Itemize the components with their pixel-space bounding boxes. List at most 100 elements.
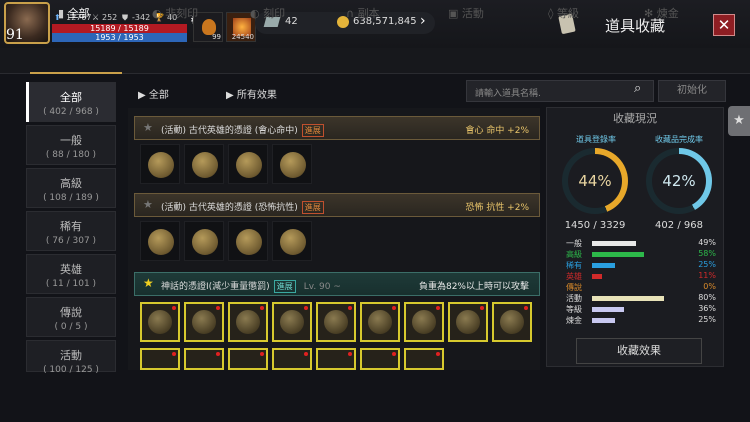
tab-icon: ◐ bbox=[250, 7, 264, 20]
collection-item[interactable] bbox=[228, 302, 268, 342]
collection-item[interactable] bbox=[140, 221, 180, 261]
tab-engraved[interactable]: ◐ 刻印 bbox=[250, 5, 285, 21]
new-dot bbox=[304, 306, 308, 310]
grade-row: 傳說 0% bbox=[566, 282, 716, 293]
tab-label: 煉金 bbox=[656, 7, 679, 20]
sidebar-item-label: 活動 bbox=[60, 349, 82, 362]
grade-row: 活動 80% bbox=[566, 293, 716, 304]
sidebar-item-label: 一般 bbox=[60, 134, 82, 147]
collection-item[interactable] bbox=[272, 302, 312, 342]
grade-row: 稀有 25% bbox=[566, 260, 716, 271]
collection-item[interactable] bbox=[272, 221, 312, 261]
set-status-badge: 進展 bbox=[301, 124, 324, 137]
tab-event[interactable]: ▣ 活動 bbox=[448, 5, 484, 21]
sidebar-item-all[interactable]: 全部 ( 402 / 968 ) bbox=[26, 82, 116, 122]
completion-count: 402 / 968 bbox=[655, 220, 703, 231]
grade-percent: 25% bbox=[698, 315, 716, 324]
collection-item[interactable] bbox=[140, 144, 180, 184]
new-dot bbox=[524, 306, 528, 310]
collection-item[interactable] bbox=[316, 348, 356, 370]
search-input[interactable]: 請輸入道具名稱. bbox=[466, 80, 654, 102]
registration-rate-label: 道具登錄率 bbox=[576, 135, 616, 144]
grade-percent: 36% bbox=[698, 304, 716, 313]
registration-rate-value: 44% bbox=[568, 154, 622, 208]
new-dot bbox=[392, 306, 396, 310]
tab-all[interactable]: ▮ 全部 bbox=[58, 5, 90, 21]
effect-dropdown[interactable]: ▶ 所有效果 bbox=[226, 86, 277, 101]
collection-item[interactable] bbox=[404, 348, 444, 370]
grade-name: 稀有 bbox=[566, 261, 582, 270]
gem-count: 42 bbox=[285, 16, 298, 27]
set-name: 神話的憑證I(減少重量懲罰) bbox=[161, 282, 270, 292]
new-dot bbox=[260, 352, 264, 356]
grade-name: 等級 bbox=[566, 305, 582, 314]
collection-item[interactable] bbox=[184, 348, 224, 370]
sidebar-selection-marker bbox=[26, 82, 29, 122]
collection-item[interactable] bbox=[228, 348, 268, 370]
sidebar-item-legend[interactable]: 傳說 ( 0 / 5 ) bbox=[26, 297, 116, 337]
collection-item[interactable] bbox=[140, 348, 180, 370]
collection-item[interactable] bbox=[272, 348, 312, 370]
grade-name: 一般 bbox=[566, 239, 582, 248]
sidebar-item-advanced[interactable]: 高級 ( 108 / 189 ) bbox=[26, 168, 116, 208]
collection-effect-button[interactable]: 收藏效果 bbox=[576, 338, 702, 364]
tab-dungeon[interactable]: ∩ 副本 bbox=[346, 5, 380, 21]
sidebar-item-normal[interactable]: 一般 ( 88 / 180 ) bbox=[26, 125, 116, 165]
collection-set-header[interactable]: ★ (活動) 古代英雄的憑證 (恐怖抗性) 進展 恐怖 抗性 +2% bbox=[134, 193, 540, 217]
tab-icon: ◐ bbox=[152, 7, 166, 20]
tab-icon: ◊ bbox=[548, 7, 557, 20]
collection-item[interactable] bbox=[228, 144, 268, 184]
set-name: (活動) 古代英雄的憑證 (會心命中) bbox=[161, 126, 298, 136]
grade-percent: 0% bbox=[703, 282, 716, 291]
tab-level[interactable]: ◊ 等級 bbox=[548, 5, 579, 21]
chevron-right-icon[interactable]: › bbox=[420, 13, 426, 29]
collection-set-header[interactable]: ★ 神話的憑證I(減少重量懲罰) 進展 Lv. 90 ~ 負重為82%以上時可以攻擊 bbox=[134, 272, 540, 296]
coin-icon bbox=[324, 310, 348, 334]
coin-icon bbox=[280, 229, 306, 255]
new-dot bbox=[172, 306, 176, 310]
sidebar-item-rare[interactable]: 稀有 ( 76 / 307 ) bbox=[26, 211, 116, 251]
grade-percent: 80% bbox=[698, 293, 716, 302]
new-dot bbox=[172, 352, 176, 356]
coin-icon bbox=[192, 229, 218, 255]
tab-label: 等級 bbox=[556, 7, 579, 20]
collection-item[interactable] bbox=[404, 302, 444, 342]
collection-item[interactable] bbox=[272, 144, 312, 184]
grade-bar bbox=[592, 252, 645, 257]
new-dot bbox=[348, 352, 352, 356]
search-icon[interactable]: ⌕ bbox=[634, 81, 641, 96]
collection-item[interactable] bbox=[140, 302, 180, 342]
category-dropdown[interactable]: ▶ 全部 bbox=[138, 86, 169, 101]
collection-item[interactable] bbox=[448, 302, 488, 342]
grade-name: 傳說 bbox=[566, 283, 582, 292]
close-button[interactable]: ✕ bbox=[713, 14, 735, 36]
reset-button[interactable]: 初始化 bbox=[658, 80, 726, 102]
tab-alchemy[interactable]: ✻ 煉金 bbox=[644, 5, 679, 21]
collection-item[interactable] bbox=[184, 302, 224, 342]
completion-rate-value: 42% bbox=[652, 154, 706, 208]
tab-label: 副本 bbox=[357, 7, 380, 20]
collection-item[interactable] bbox=[360, 348, 400, 370]
item-count: 24540 bbox=[231, 33, 254, 41]
collection-item[interactable] bbox=[360, 302, 400, 342]
sidebar-item-hero[interactable]: 英雄 ( 11 / 101 ) bbox=[26, 254, 116, 294]
sidebar-item-count: ( 402 / 968 ) bbox=[43, 107, 99, 117]
collection-item[interactable] bbox=[184, 221, 224, 261]
tab-icon: ∩ bbox=[346, 7, 358, 20]
defense-value: -342 bbox=[132, 13, 151, 22]
star-side-tab[interactable]: ★ bbox=[728, 106, 750, 136]
new-dot bbox=[480, 306, 484, 310]
grade-bar bbox=[592, 263, 615, 268]
collection-set-header[interactable]: ★ (活動) 古代英雄的憑證 (會心命中) 進展 會心 命中 +2% bbox=[134, 116, 540, 140]
sidebar-item-label: 傳說 bbox=[60, 306, 82, 319]
sidebar-item-event[interactable]: 活動 ( 100 / 125 ) bbox=[26, 340, 116, 375]
coin-icon bbox=[236, 152, 262, 178]
sword-icon: ⚔ bbox=[92, 13, 100, 22]
collection-item[interactable] bbox=[492, 302, 532, 342]
collection-item[interactable] bbox=[184, 144, 224, 184]
tab-non-engraved[interactable]: ◐ 非刻印 bbox=[152, 5, 198, 21]
grade-percent: 49% bbox=[698, 238, 716, 247]
grade-row: 煉金 25% bbox=[566, 315, 716, 326]
collection-item[interactable] bbox=[316, 302, 356, 342]
collection-item[interactable] bbox=[228, 221, 268, 261]
